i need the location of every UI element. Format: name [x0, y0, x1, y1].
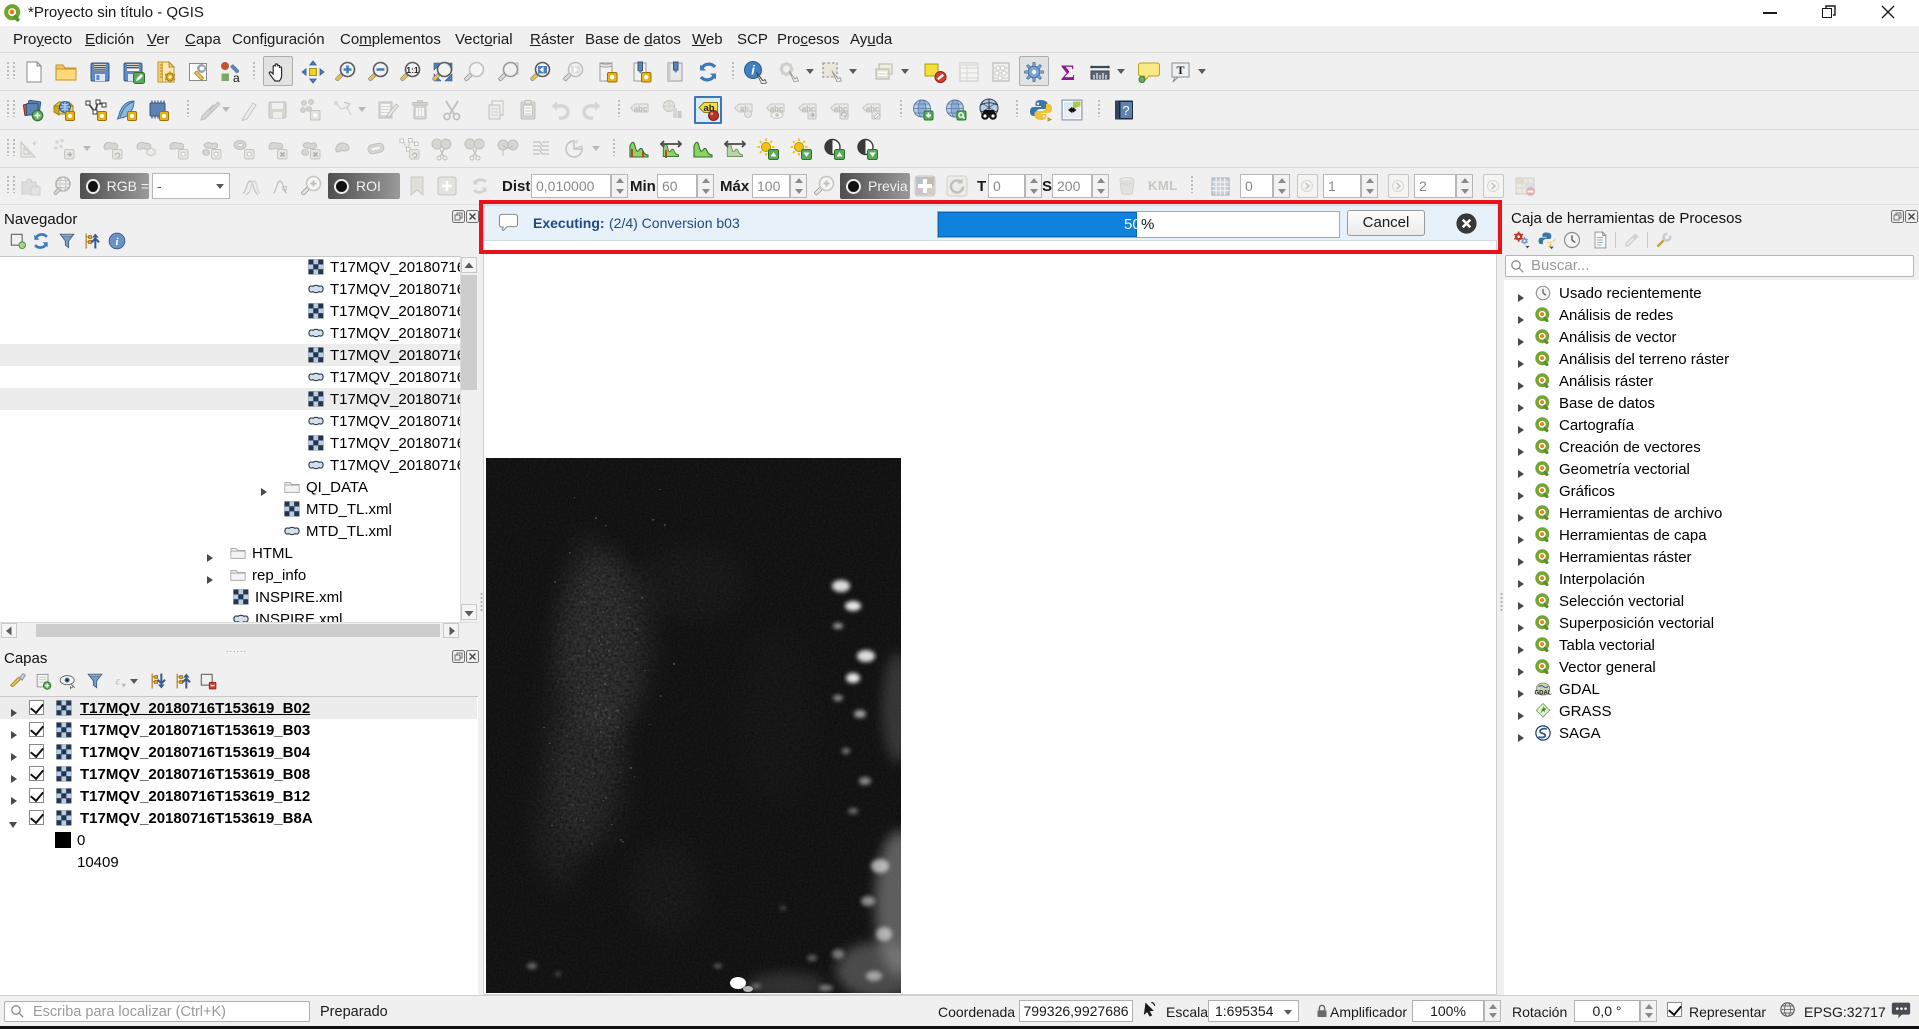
svg-text:▼: ▼ [121, 683, 128, 690]
svg-text:1:1: 1:1 [406, 65, 419, 75]
svg-text:σ: σ [282, 183, 288, 193]
svg-text:a: a [233, 71, 240, 84]
svg-text:abc: abc [634, 105, 648, 114]
svg-text:Σ: Σ [1061, 60, 1075, 84]
svg-text:?: ? [1122, 103, 1129, 118]
svg-text:i: i [751, 63, 755, 78]
svg-text:i: i [115, 236, 118, 248]
svg-text:GDAL: GDAL [1535, 690, 1552, 696]
svg-text:T: T [1176, 63, 1184, 77]
